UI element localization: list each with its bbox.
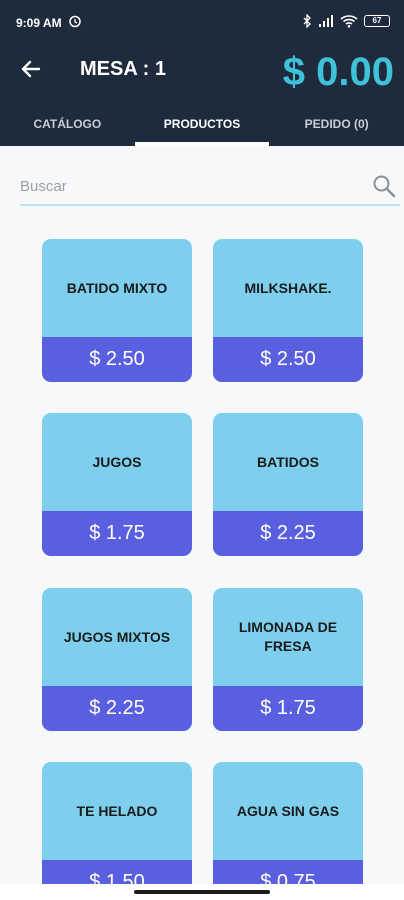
tab-pedido[interactable]: PEDIDO (0) <box>269 104 404 146</box>
product-card[interactable]: MILKSHAKE. $ 2.50 <box>213 239 363 382</box>
home-gesture-handle[interactable] <box>134 890 270 894</box>
product-price: $ 1.50 <box>42 860 192 884</box>
product-name: MILKSHAKE. <box>244 279 332 296</box>
product-price: $ 0.75 <box>213 860 363 884</box>
product-card[interactable]: TE HELADO $ 1.50 <box>42 762 192 884</box>
product-card[interactable]: JUGOS MIXTOS $ 2.25 <box>42 588 192 731</box>
signal-icon <box>319 15 333 27</box>
product-name: TE HELADO <box>76 802 158 819</box>
product-card[interactable]: BATIDOS $ 2.25 <box>213 413 363 556</box>
product-price: $ 1.75 <box>213 686 363 731</box>
product-price: $ 2.50 <box>213 337 363 382</box>
product-name: JUGOS MIXTOS <box>63 628 171 645</box>
product-price: $ 2.50 <box>42 337 192 382</box>
search-input[interactable] <box>20 174 360 198</box>
product-name: LIMONADA DE FRESA <box>238 619 338 654</box>
navigation-bar <box>0 884 404 900</box>
search-bar <box>20 168 400 206</box>
status-time: 9:09 AM <box>16 16 62 30</box>
product-name: JUGOS <box>92 453 142 470</box>
tab-catalogo[interactable]: CATÁLOGO <box>0 104 135 146</box>
battery-icon: 67 <box>364 15 390 27</box>
alarm-clock-icon <box>69 15 81 28</box>
product-grid: BATIDO MIXTO $ 2.50 MILKSHAKE. $ 2.50 JU… <box>42 239 364 884</box>
product-card[interactable]: LIMONADA DE FRESA $ 1.75 <box>213 588 363 731</box>
product-card[interactable]: BATIDO MIXTO $ 2.50 <box>42 239 192 382</box>
wifi-icon <box>340 15 358 28</box>
tab-bar: CATÁLOGO PRODUCTOS PEDIDO (0) <box>0 104 404 146</box>
bluetooth-icon <box>303 14 311 28</box>
product-name: BATIDOS <box>257 453 319 470</box>
product-price: $ 2.25 <box>213 511 363 556</box>
search-icon[interactable] <box>372 174 396 198</box>
product-card[interactable]: AGUA SIN GAS $ 0.75 <box>213 762 363 884</box>
tab-productos[interactable]: PRODUCTOS <box>134 104 270 146</box>
app-bar: MESA : 1 $ 0.00 CATÁLOGO PRODUCTOS PEDID… <box>0 42 404 146</box>
table-title: MESA : 1 <box>80 58 166 80</box>
order-total: $ 0.00 <box>282 50 394 94</box>
product-name: BATIDO MIXTO <box>66 279 168 296</box>
product-card[interactable]: JUGOS $ 1.75 <box>42 413 192 556</box>
product-price: $ 1.75 <box>42 511 192 556</box>
product-name: AGUA SIN GAS <box>236 802 340 819</box>
status-bar: 9:09 AM 67 <box>0 0 404 42</box>
back-arrow-icon[interactable] <box>18 56 44 82</box>
product-price: $ 2.25 <box>42 686 192 731</box>
